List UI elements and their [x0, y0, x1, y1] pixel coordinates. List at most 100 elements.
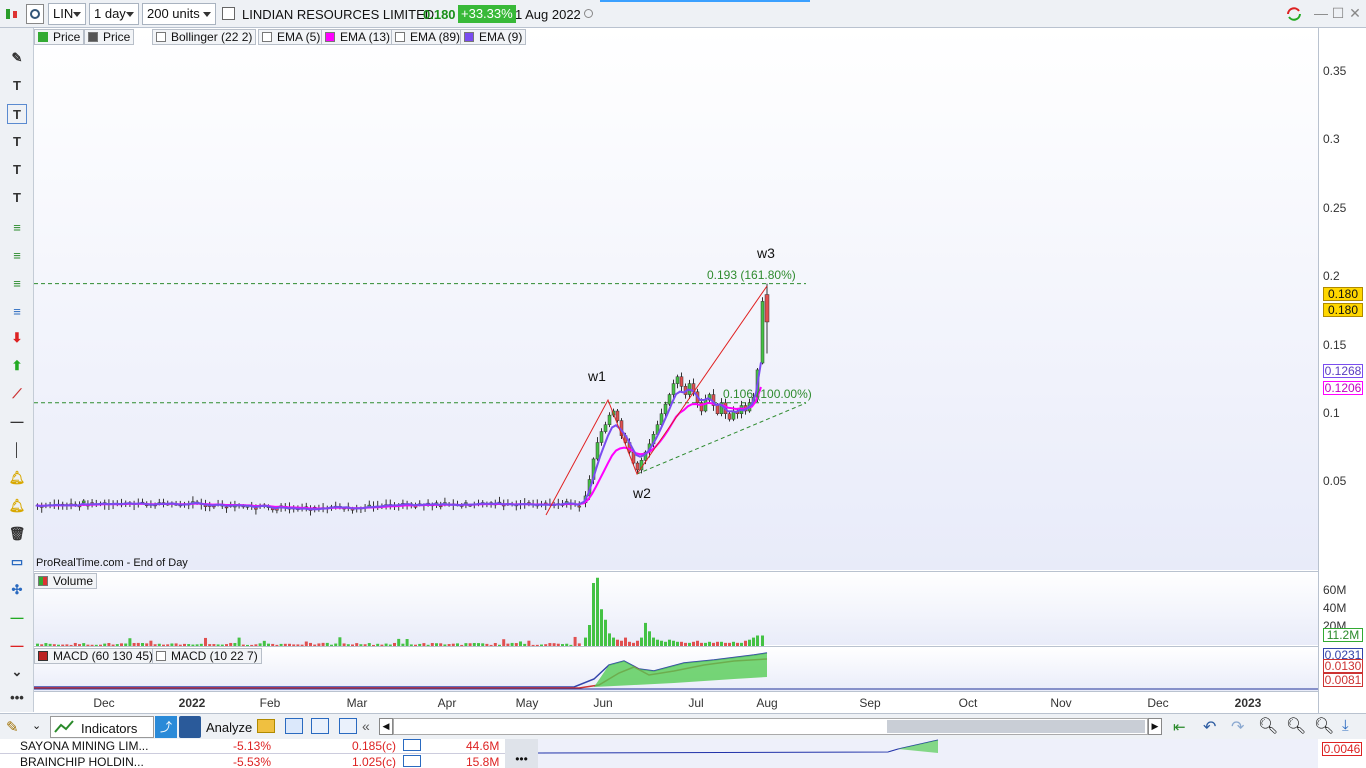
date-axis[interactable]: Dec 2022 Feb Mar Apr May Jun Jul Aug Sep… — [34, 691, 1318, 713]
red-line-icon[interactable]: — — [7, 636, 27, 656]
volume-bar — [502, 639, 506, 646]
volume-bar — [405, 639, 409, 646]
cross-tool-icon[interactable]: ✣ — [7, 580, 27, 600]
macd-tag-3: 0.0081 — [1323, 673, 1363, 687]
date-label-2023: 2023 — [1234, 696, 1262, 710]
collapse-chevron-icon[interactable]: ⌄ — [7, 662, 27, 682]
analyze-button[interactable]: Analyze — [179, 716, 253, 738]
symbol-label: LIN — [53, 6, 74, 21]
date-label-aug: Aug — [756, 696, 778, 710]
download-icon[interactable]: ⤓ — [1342, 717, 1349, 734]
volume-tag: 11.2M — [1323, 628, 1363, 642]
maximize-icon[interactable]: ☐ — [1330, 5, 1346, 21]
zoom-fit-icon[interactable]: 🔍︎ — [1258, 716, 1278, 736]
last-price-tag-2: 0.180 — [1323, 303, 1363, 317]
date-label-sep: Sep — [859, 696, 881, 710]
volume-bar — [652, 637, 655, 646]
candle — [667, 394, 672, 405]
trash-icon[interactable]: 🗑︎ — [7, 524, 27, 544]
macd-histogram — [594, 653, 767, 687]
redo-icon[interactable]: ↷ — [1231, 717, 1244, 737]
layout-icon[interactable] — [339, 718, 357, 734]
link-icon[interactable] — [26, 4, 44, 24]
date-label-jul: Jul — [688, 696, 704, 710]
date-label-mar: Mar — [346, 696, 368, 710]
alert-cursor-icon[interactable]: 🔔︎ — [7, 496, 27, 516]
text-box-tool-icon[interactable]: T — [7, 104, 27, 124]
double-chevron-left-icon[interactable]: « — [362, 718, 370, 734]
bottom-toolbar: ✎ ⌄ Indicators ⤴ Analyze « ◀ ▶ ⇤ ↶ ↷ 🔍︎ … — [0, 713, 1366, 739]
horizontal-line-icon[interactable]: — — [7, 412, 27, 432]
minimize-icon[interactable]: — — [1313, 5, 1329, 21]
date-label-may: May — [515, 696, 539, 710]
units-select[interactable]: 200 units — [142, 3, 216, 25]
comment-icon[interactable] — [285, 718, 303, 734]
candle — [671, 383, 676, 395]
candle — [599, 431, 604, 443]
top-toolbar: LIN 1 day 200 units LINDIAN RESOURCES LI… — [0, 0, 1366, 28]
text-tool-2-icon[interactable]: T — [7, 132, 27, 152]
sync-icon[interactable] — [1285, 5, 1303, 23]
fibonacci-extension-icon[interactable]: ≡ — [7, 246, 27, 266]
horizontal-scrollbar[interactable] — [393, 718, 1148, 735]
vertical-line-icon[interactable]: │ — [7, 440, 27, 460]
scroll-right-button[interactable]: ▶ — [1148, 718, 1162, 735]
y-tick-015: 0.15 — [1323, 338, 1347, 352]
volume-bar — [128, 638, 132, 646]
close-icon[interactable]: ✕ — [1347, 5, 1363, 21]
interval-select[interactable]: 1 day — [89, 3, 139, 25]
date-label-dec: Dec — [93, 696, 115, 710]
price-plot — [34, 283, 807, 516]
watchlist-change: -5.53% — [233, 755, 272, 768]
rectangle-tool-icon[interactable]: ▭ — [7, 552, 27, 572]
analyze-label: Analyze — [206, 720, 253, 735]
trendline-icon[interactable]: ⟋ — [7, 384, 27, 404]
back-to-present-icon[interactable]: ⇤ — [1173, 718, 1186, 736]
macd-chart[interactable]: MACD (60 130 45) MACD (10 22 7) — [34, 646, 1318, 691]
share-icon[interactable]: ⤴ — [155, 716, 177, 738]
zoom-out-icon[interactable]: 🔍︎ — [1286, 716, 1306, 736]
tab-strip-blue — [600, 0, 810, 2]
down-arrow-icon[interactable]: ⬇ — [7, 328, 27, 348]
fibonacci-projection-icon[interactable]: ≡ — [7, 274, 27, 294]
y-tick-02: 0.2 — [1323, 269, 1340, 283]
scroll-left-button[interactable]: ◀ — [379, 718, 393, 735]
undo-icon[interactable]: ↶ — [1203, 717, 1216, 737]
folder-icon[interactable] — [257, 719, 275, 733]
green-line-icon[interactable]: — — [7, 608, 27, 628]
chevron-down-icon[interactable]: ⌄ — [32, 719, 41, 732]
instrument-info-icon[interactable] — [222, 7, 235, 20]
volume-bar — [397, 638, 401, 646]
last-candle — [764, 294, 770, 323]
symbol-select[interactable]: LIN — [48, 3, 86, 25]
watchlist-more-icon[interactable]: ••• — [505, 739, 538, 768]
last-price-tag-1: 0.180 — [1323, 287, 1363, 301]
chart-type-icon[interactable] — [4, 6, 20, 22]
zoom-in-icon[interactable]: 🔍︎ — [1314, 716, 1334, 736]
price-axis[interactable]: 0.35 0.3 0.25 0.2 0.15 0.1 0.05 0.180 0.… — [1318, 28, 1366, 713]
watchlist-volume: 15.8M — [466, 755, 500, 768]
fibonacci-retracement-icon[interactable]: ≡ — [7, 218, 27, 238]
chart-window-icon[interactable] — [311, 718, 329, 734]
candle — [607, 414, 612, 425]
indicators-button[interactable]: Indicators — [50, 716, 154, 738]
volume-chart[interactable]: Volume — [34, 571, 1318, 646]
change-badge: +33.33% — [458, 5, 516, 23]
text-tool-3-icon[interactable]: T — [7, 160, 27, 180]
up-arrow-icon[interactable]: ⬆ — [7, 356, 27, 376]
scrollbar-thumb[interactable] — [887, 720, 1145, 733]
units-label: 200 units — [147, 6, 200, 21]
alert-bell-icon[interactable]: 🔔︎ — [7, 468, 27, 488]
text-tool-icon[interactable]: T — [7, 76, 27, 96]
watchlist-row[interactable]: SAYONA MINING LIM... -5.13% 0.185(c) 44.… — [0, 739, 505, 754]
fibonacci-fan-icon[interactable]: ≡ — [7, 302, 27, 322]
volume-bar — [592, 583, 595, 646]
price-chart[interactable]: Price Price Bollinger (22 2) EMA (5) EMA… — [34, 28, 1318, 570]
edit-icon[interactable]: ✎ — [6, 718, 26, 736]
mini-chart-icon — [403, 739, 421, 751]
watchlist-row[interactable]: BRAINCHIP HOLDIN... -5.53% 1.025(c) 15.8… — [0, 755, 505, 768]
source-label: ProRealTime.com - End of Day — [36, 557, 188, 569]
more-tools-icon[interactable]: ••• — [7, 688, 27, 708]
text-tool-4-icon[interactable]: T — [7, 188, 27, 208]
pencil-icon[interactable]: ✎ — [7, 48, 27, 68]
